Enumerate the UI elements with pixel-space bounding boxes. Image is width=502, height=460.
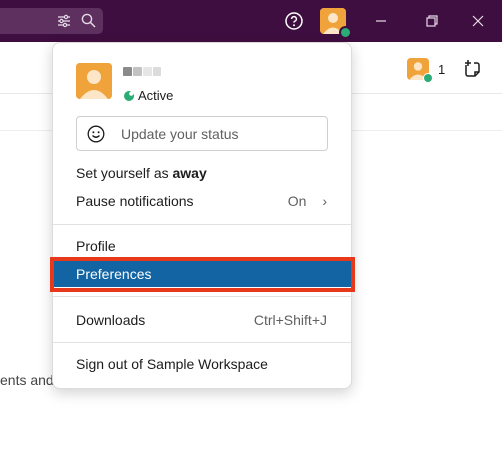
downloads-shortcut: Ctrl+Shift+J (253, 312, 327, 328)
minimize-icon[interactable] (372, 12, 390, 30)
set-away-label: Set yourself as (76, 165, 173, 181)
profile-item[interactable]: Profile (53, 233, 351, 259)
set-away-bold: away (172, 165, 207, 181)
pause-notifications-label: Pause notifications (76, 193, 194, 209)
menu-separator (53, 224, 351, 225)
status-placeholder: Update your status (121, 126, 239, 142)
highlight-annotation-box (50, 257, 355, 292)
help-icon[interactable] (285, 12, 303, 30)
presence-badge (339, 26, 352, 39)
menu-user-avatar (76, 63, 112, 99)
filter-icon[interactable] (57, 14, 71, 28)
pause-status-value: On (287, 193, 307, 209)
restore-icon[interactable] (423, 12, 441, 30)
canvas-add-icon[interactable] (462, 59, 482, 79)
chevron-right-icon: › (322, 193, 327, 209)
menu-separator (53, 342, 351, 343)
smiley-icon[interactable] (87, 125, 105, 143)
presence-status: Active (123, 88, 173, 103)
set-away-item[interactable]: Set yourself as away (53, 160, 351, 186)
pause-notifications-value: On › (288, 188, 327, 214)
search-icon[interactable] (81, 13, 96, 28)
presence-label: Active (138, 88, 174, 103)
title-bar (0, 0, 502, 42)
background-message-text: ents and (0, 372, 54, 388)
close-icon[interactable] (469, 12, 487, 30)
status-input[interactable]: Update your status (76, 116, 328, 151)
menu-avatar-image (76, 63, 112, 99)
search-bar[interactable] (0, 8, 103, 34)
pause-notifications-item[interactable]: Pause notifications On › (53, 188, 351, 214)
downloads-label: Downloads (76, 312, 146, 328)
downloads-item[interactable]: Downloads Ctrl+Shift+J (53, 307, 351, 333)
sign-out-item[interactable]: Sign out of Sample Workspace (53, 351, 351, 377)
redacted-user-name (123, 67, 163, 77)
user-menu: Active Update your status Set yourself a… (52, 42, 352, 389)
menu-separator (53, 296, 351, 297)
member-count[interactable]: 1 (438, 62, 445, 77)
slack-app-window: 1 ents and Active Update your status Set… (0, 0, 502, 460)
member-presence-badge (423, 73, 433, 83)
active-presence-icon (124, 90, 134, 101)
